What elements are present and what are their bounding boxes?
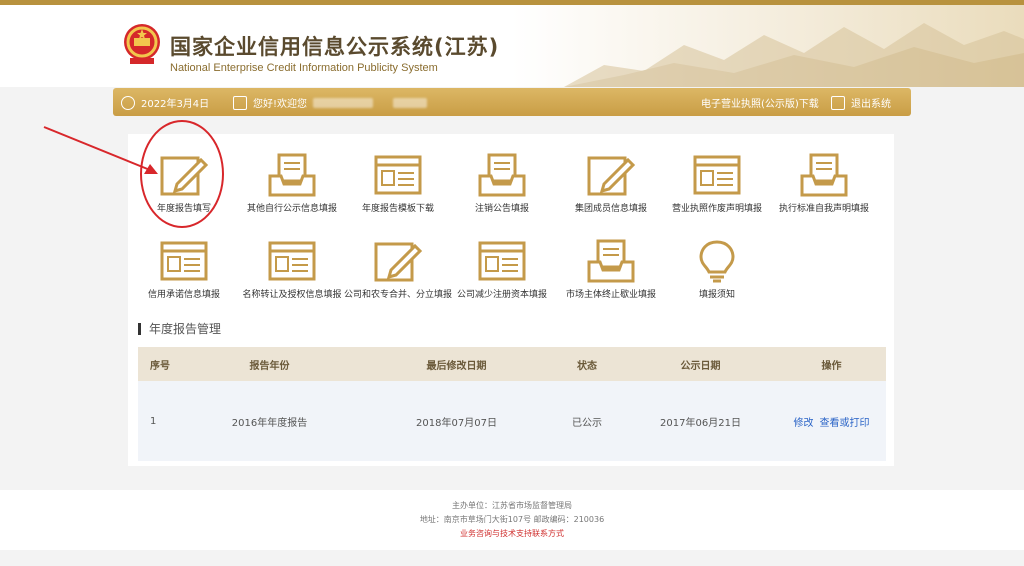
header-actions: 操作 [821,360,842,372]
tile-label: 执行标准自我声明填报 [778,204,869,214]
section-marker [138,322,141,335]
date-item: 2022年3月4日 [121,95,209,110]
mountain-decoration [564,23,1024,87]
user-item: 您好!欢迎您 [233,95,428,110]
clock-icon [121,95,135,110]
site-header: 国家企业信用信息公示系统(江苏) National Enterprise Cre… [0,5,1024,87]
highlight-annotation-circle [140,120,224,228]
tile-label: 其他自行公示信息填报 [246,204,337,214]
tile-label: 营业执照作废声明填报 [671,204,762,214]
logout-icon [831,95,845,110]
tile-label: 市场主体终止歇业填报 [565,290,656,300]
tile-label: 填报须知 [698,290,735,300]
view-print-link[interactable]: 查看或打印 [820,414,870,429]
tile-label: 公司减少注册资本填报 [456,290,547,300]
header-status: 状态 [577,360,597,372]
pencil-icon [587,156,636,196]
annual-report-section-title: 年度报告管理 [138,320,221,337]
license-download-link[interactable]: 电子营业执照(公示版)下载 [701,95,819,110]
tile-label: 公司和农专合并、分立填报 [343,290,452,300]
window-list-icon [160,241,208,281]
window-list-icon [374,155,422,195]
header-last-modified: 最后修改日期 [426,360,487,372]
edit-link[interactable]: 修改 [794,414,814,429]
header-publish-date: 公示日期 [680,360,721,372]
function-tiles: 年度报告填写 其他自行公示信息填报 年度报告模板下载 注销公告填报 集团成员信息… [128,134,894,324]
footer-support-link[interactable]: 业务咨询与技术支持联系方式 [0,527,1024,541]
tile-capital-reduction[interactable]: 公司减少注册资本填报 [446,220,558,300]
footer-sponsor: 主办单位：江苏省市场监督管理局 [452,501,572,510]
tile-filing-notes[interactable]: 填报须知 [661,220,773,300]
tray-document-icon [800,153,848,197]
national-emblem-icon [124,24,160,64]
logout-link[interactable]: 退出系统 [851,95,891,110]
window-list-icon [268,241,316,281]
site-footer: 主办单位：江苏省市场监督管理局 地址：南京市草场门大街107号 邮政编码：210… [0,490,1024,550]
site-title: 国家企业信用信息公示系统(江苏) [170,35,500,59]
table-row: 1 2016年年度报告 2018年07月07日 已公示 2017年06月21日 … [138,381,886,461]
site-subtitle: National Enterprise Credit Information P… [170,62,438,74]
header-index: 序号 [150,360,170,372]
tile-other-disclosure[interactable]: 其他自行公示信息填报 [236,134,348,214]
cell-status: 已公示 [572,417,602,429]
pencil-icon [374,242,423,282]
greeting-text: 您好!欢迎您 [253,99,308,110]
tile-business-termination[interactable]: 市场主体终止歇业填报 [555,220,667,300]
tile-label: 注销公告填报 [474,204,529,214]
redacted-company-name [313,97,374,108]
tile-merger-split[interactable]: 公司和农专合并、分立填报 [342,220,454,300]
tray-document-icon [268,153,316,197]
user-card-icon [233,95,247,110]
tile-standard-declaration[interactable]: 执行标准自我声明填报 [768,134,880,214]
tray-document-icon [587,239,635,283]
cell-last-modified: 2018年07月07日 [416,417,497,429]
tile-label: 年度报告模板下载 [361,204,434,214]
tile-name-transfer[interactable]: 名称转让及授权信息填报 [236,220,348,300]
section-title-text: 年度报告管理 [149,322,222,336]
cell-publish-date: 2017年06月21日 [660,417,741,429]
current-date: 2022年3月4日 [141,99,210,110]
annual-report-table: 序号 报告年份 最后修改日期 状态 公示日期 操作 1 2016年年度报告 20… [138,347,886,461]
footer-address: 地址：南京市草场门大街107号 邮政编码：210036 [419,515,605,524]
redacted-text [393,97,428,108]
logout-item[interactable]: 退出系统 [831,95,891,110]
tile-label: 名称转让及授权信息填报 [242,290,342,300]
cell-actions: 修改 查看或打印 [777,381,886,461]
tile-group-member[interactable]: 集团成员信息填报 [555,134,667,214]
tile-label: 集团成员信息填报 [574,204,647,214]
window-list-icon [478,241,526,281]
tile-credit-commitment[interactable]: 信用承诺信息填报 [128,220,240,300]
tile-template-download[interactable]: 年度报告模板下载 [342,134,454,214]
window-list-icon [693,155,741,195]
tray-document-icon [478,153,526,197]
lightbulb-icon [699,240,735,283]
table-header: 序号 报告年份 最后修改日期 状态 公示日期 操作 [138,347,886,381]
download-link-item[interactable]: 电子营业执照(公示版)下载 [701,95,819,110]
info-bar: 2022年3月4日 您好!欢迎您 电子营业执照(公示版)下载 退出系统 [113,88,911,116]
tile-label: 信用承诺信息填报 [147,290,220,300]
tile-cancellation-notice[interactable]: 注销公告填报 [446,134,558,214]
header-report-year: 报告年份 [249,360,290,372]
tile-license-void[interactable]: 营业执照作废声明填报 [661,134,773,214]
cell-index: 1 [150,415,157,427]
cell-report-year: 2016年年度报告 [231,417,308,429]
